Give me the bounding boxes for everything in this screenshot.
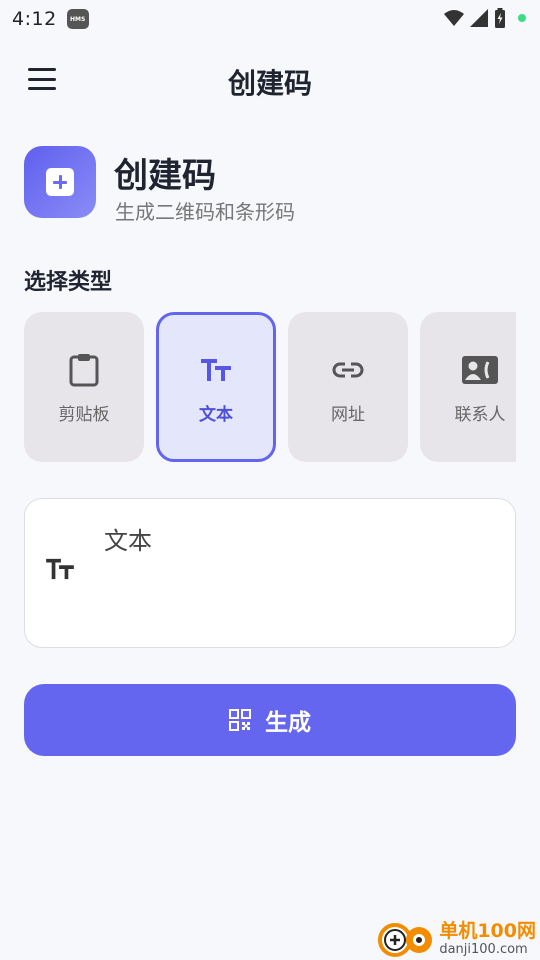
text-icon: [201, 358, 231, 381]
add-box-icon: [46, 168, 74, 196]
link-icon: [332, 362, 364, 377]
type-card-clipboard[interactable]: 剪贴板: [24, 312, 144, 462]
generate-button-label: 生成: [265, 710, 311, 736]
page-header: 创建码 生成二维码和条形码: [24, 146, 516, 224]
qr-code-icon: [229, 709, 251, 731]
watermark-text: 单机100网: [439, 919, 536, 942]
type-card-label: 网址: [331, 404, 365, 425]
hms-badge: HMS: [66, 9, 89, 29]
type-card-url[interactable]: 网址: [288, 312, 408, 462]
text-input-field[interactable]: 文本: [24, 498, 516, 648]
generate-button[interactable]: 生成: [24, 684, 516, 756]
type-card-text[interactable]: 文本: [156, 312, 276, 462]
app-title: 创建码: [227, 67, 312, 100]
text-icon: [46, 558, 74, 580]
wifi-icon: [444, 10, 464, 26]
section-label-select-type: 选择类型: [24, 270, 113, 295]
clipboard-icon: [69, 353, 99, 386]
signal-icon: [470, 9, 488, 27]
page-subtitle: 生成二维码和条形码: [115, 200, 295, 224]
type-selector: 剪贴板 文本 网址 联系人: [24, 312, 516, 462]
page-title: 创建码: [114, 156, 216, 196]
type-card-contact[interactable]: 联系人: [420, 312, 516, 462]
notification-dot: [518, 14, 526, 22]
type-card-label: 文本: [199, 404, 233, 425]
type-card-label: 剪贴板: [58, 404, 110, 425]
status-icons: [444, 8, 526, 28]
battery-icon: [495, 8, 505, 28]
input-label: 文本: [104, 527, 152, 555]
status-bar: 4:12 HMS: [0, 0, 540, 38]
header-icon-tile: [24, 146, 96, 218]
watermark-url: danji100.com: [439, 941, 528, 957]
app-bar: 创建码: [0, 50, 540, 108]
status-time: 4:12: [12, 8, 57, 30]
contact-icon: [462, 355, 498, 384]
watermark: 单机100网 danji100.com: [375, 918, 536, 958]
type-card-label: 联系人: [454, 404, 506, 425]
watermark-logo-icon: [378, 923, 433, 957]
